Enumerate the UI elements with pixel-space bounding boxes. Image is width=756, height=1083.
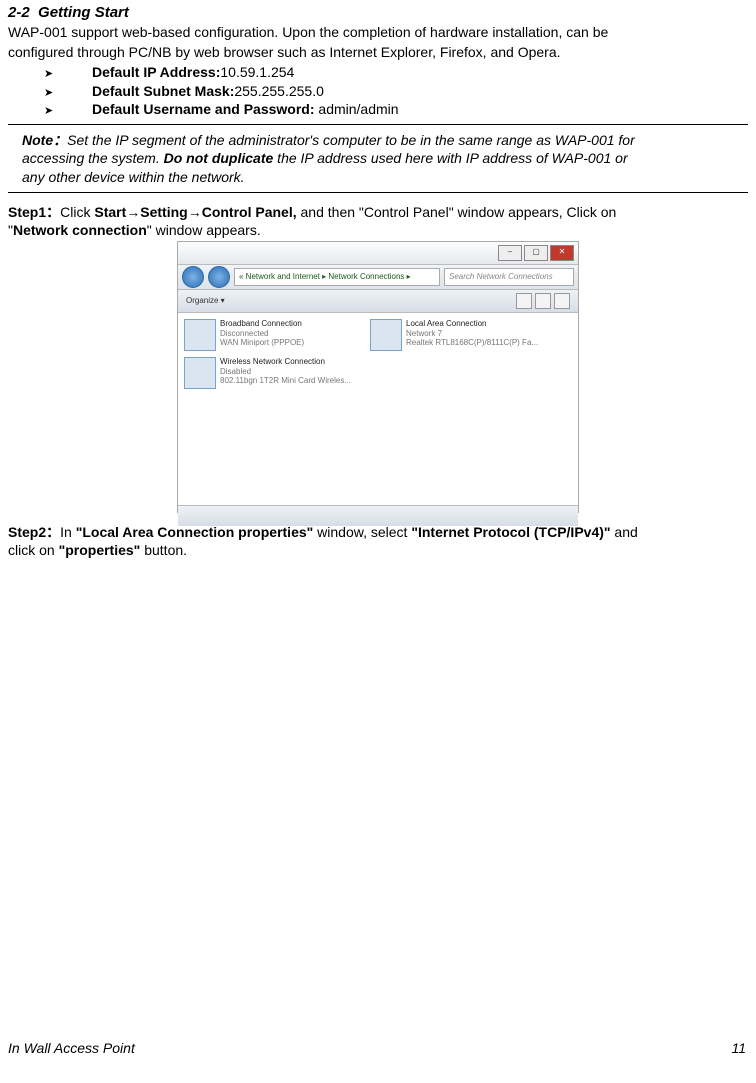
breadcrumb[interactable]: « Network and Internet ▸ Network Connect…: [234, 268, 440, 286]
nav-bar: « Network and Internet ▸ Network Connect…: [178, 265, 578, 290]
intro-line1: WAP-001 support web-based configuration.…: [8, 23, 748, 41]
close-button[interactable]: ✕: [550, 245, 574, 261]
forward-button[interactable]: [208, 266, 230, 288]
toolbar: Organize ▾: [178, 290, 578, 313]
connection-item[interactable]: Local Area Connection Network 7 Realtek …: [370, 319, 550, 499]
view-details-icon[interactable]: [535, 293, 551, 309]
organize-menu[interactable]: Organize ▾: [186, 290, 225, 312]
wireless-icon: [184, 357, 216, 389]
note-text3: any other device within the network.: [22, 169, 245, 185]
search-input[interactable]: Search Network Connections: [444, 268, 574, 286]
section-heading: 2-2 Getting Start: [8, 4, 748, 21]
minimize-button[interactable]: –: [498, 245, 522, 261]
note-text1: Set the IP segment of the administrator'…: [67, 132, 635, 148]
connections-pane: Broadband Connection Disconnected WAN Mi…: [178, 313, 578, 505]
note-bold: Do not duplicate: [164, 150, 274, 166]
back-button[interactable]: [182, 266, 204, 288]
network-connections-screenshot: – ▢ ✕ « Network and Internet ▸ Network C…: [177, 241, 579, 513]
note-box: Note：Set the IP segment of the administr…: [8, 129, 748, 188]
lan-icon: [370, 319, 402, 351]
footer-left: In Wall Access Point: [8, 1040, 135, 1056]
defaults-list: Default IP Address:10.59.1.254 Default S…: [8, 63, 748, 118]
note-label: Note：: [22, 132, 67, 148]
step2: Step2：In "Local Area Connection properti…: [8, 523, 748, 559]
view-icon[interactable]: [516, 293, 532, 309]
note-text2b: the IP address used here with IP address…: [273, 150, 627, 166]
default-creds: Default Username and Password: admin/adm…: [44, 100, 748, 118]
connection-item[interactable]: Wireless Network Connection Disabled 802…: [184, 357, 364, 389]
window-titlebar: – ▢ ✕: [178, 242, 578, 265]
help-icon[interactable]: [554, 293, 570, 309]
default-mask: Default Subnet Mask:255.255.255.0: [44, 82, 748, 100]
divider-bottom: [8, 192, 748, 193]
page-footer: In Wall Access Point 11: [8, 1040, 748, 1058]
step1: Step1：Click Start→Setting→Control Panel,…: [8, 203, 748, 239]
broadband-icon: [184, 319, 216, 351]
section-title: Getting Start: [38, 4, 129, 21]
intro-line2: configured through PC/NB by web browser …: [8, 43, 748, 61]
page-number: 11: [731, 1040, 746, 1056]
divider-top: [8, 124, 748, 125]
status-bar: [178, 505, 578, 526]
default-ip: Default IP Address:10.59.1.254: [44, 63, 748, 81]
connection-item[interactable]: Broadband Connection Disconnected WAN Mi…: [184, 319, 364, 351]
maximize-button[interactable]: ▢: [524, 245, 548, 261]
section-number: 2-2: [8, 4, 30, 21]
note-text2a: accessing the system.: [22, 150, 164, 166]
